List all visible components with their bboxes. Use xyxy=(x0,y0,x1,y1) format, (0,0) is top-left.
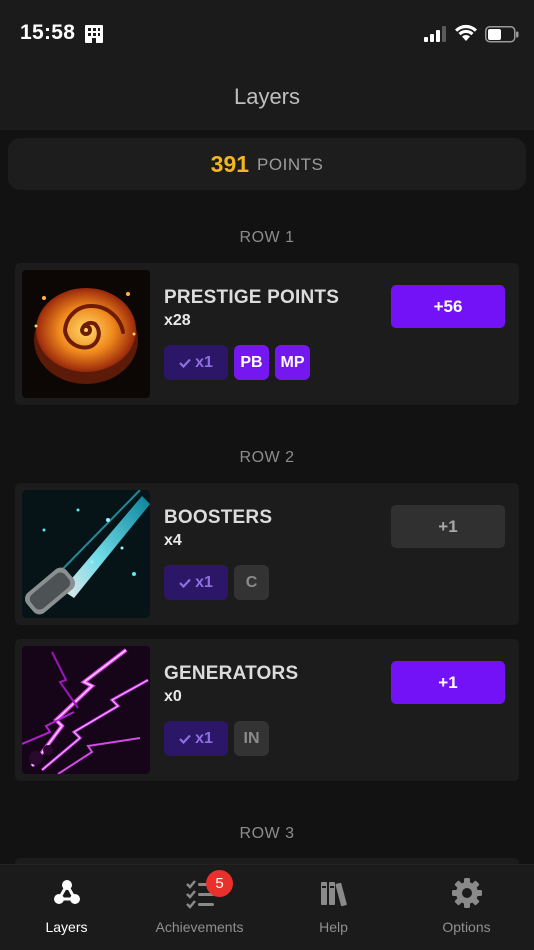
layers-icon xyxy=(53,880,80,904)
header: Layers xyxy=(0,68,534,130)
tag-badge-in[interactable]: IN xyxy=(234,721,269,756)
tab-label: Help xyxy=(319,919,348,935)
generators-button[interactable]: +1 xyxy=(391,661,505,704)
points-value: 391 xyxy=(210,150,250,177)
layer-name: GENERATORS xyxy=(164,663,299,684)
tab-label: Layers xyxy=(45,919,88,935)
layer-name: PRESTIGE POINTS xyxy=(164,287,340,308)
checkmark-icon xyxy=(179,358,191,368)
points-bar: 391 POINTS xyxy=(8,138,526,190)
tab-achievements[interactable]: 5 Achievements xyxy=(133,865,266,950)
layer-card-prestige-points: PRESTIGE POINTS x28 x1 PB MP +56 xyxy=(15,263,519,405)
row-title: ROW 2 xyxy=(239,449,295,466)
row-title: ROW 1 xyxy=(239,229,295,246)
points-label: POINTS xyxy=(257,155,324,174)
prestige-button[interactable]: +56 xyxy=(391,285,505,328)
cellular-signal-icon xyxy=(424,26,446,42)
swirl-pie-icon xyxy=(22,270,150,398)
status-time: 15:58 xyxy=(20,21,76,44)
building-icon xyxy=(85,25,103,43)
gear-icon xyxy=(451,878,482,908)
page-title: Layers xyxy=(233,84,301,109)
tag-badge-pb[interactable]: PB xyxy=(234,345,269,380)
checkmark-icon xyxy=(179,578,191,588)
layer-count: x0 xyxy=(164,688,182,705)
tab-layers[interactable]: Layers xyxy=(0,865,133,950)
multiplier-value: x1 xyxy=(195,729,213,747)
multiplier-badge[interactable]: x1 xyxy=(164,565,228,600)
layer-badges: x1 C xyxy=(164,565,269,600)
checkmark-icon xyxy=(179,734,191,744)
tag-badge-c[interactable]: C xyxy=(234,565,269,600)
wifi-icon xyxy=(455,24,477,41)
tag-badge-mp[interactable]: MP xyxy=(275,345,310,380)
row-title: ROW 3 xyxy=(239,825,295,842)
multiplier-value: x1 xyxy=(195,353,213,371)
status-bar: 15:58 xyxy=(0,0,534,68)
books-icon xyxy=(320,882,347,907)
layer-card-boosters: BOOSTERS x4 x1 C +1 xyxy=(15,483,519,625)
multiplier-badge[interactable]: x1 xyxy=(164,345,228,380)
battery-icon xyxy=(485,26,519,43)
tab-options[interactable]: Options xyxy=(400,865,533,950)
layer-name: BOOSTERS xyxy=(164,507,273,528)
layer-count: x4 xyxy=(164,532,182,549)
laser-beam-icon xyxy=(22,490,150,618)
boosters-button[interactable]: +1 xyxy=(391,505,505,548)
notification-badge: 5 xyxy=(206,870,233,897)
layer-badges: x1 PB MP xyxy=(164,345,310,380)
multiplier-badge[interactable]: x1 xyxy=(164,721,228,756)
layer-count: x28 xyxy=(164,312,191,329)
layer-card-generators: GENERATORS x0 x1 IN +1 xyxy=(15,639,519,781)
tab-label: Achievements xyxy=(155,919,244,935)
tab-help[interactable]: Help xyxy=(267,865,400,950)
tab-bar: Layers 5 Achievements Help Options xyxy=(0,864,534,950)
layer-badges: x1 IN xyxy=(164,721,269,756)
lightning-icon xyxy=(22,646,150,774)
tab-label: Options xyxy=(442,919,491,935)
multiplier-value: x1 xyxy=(195,573,213,591)
